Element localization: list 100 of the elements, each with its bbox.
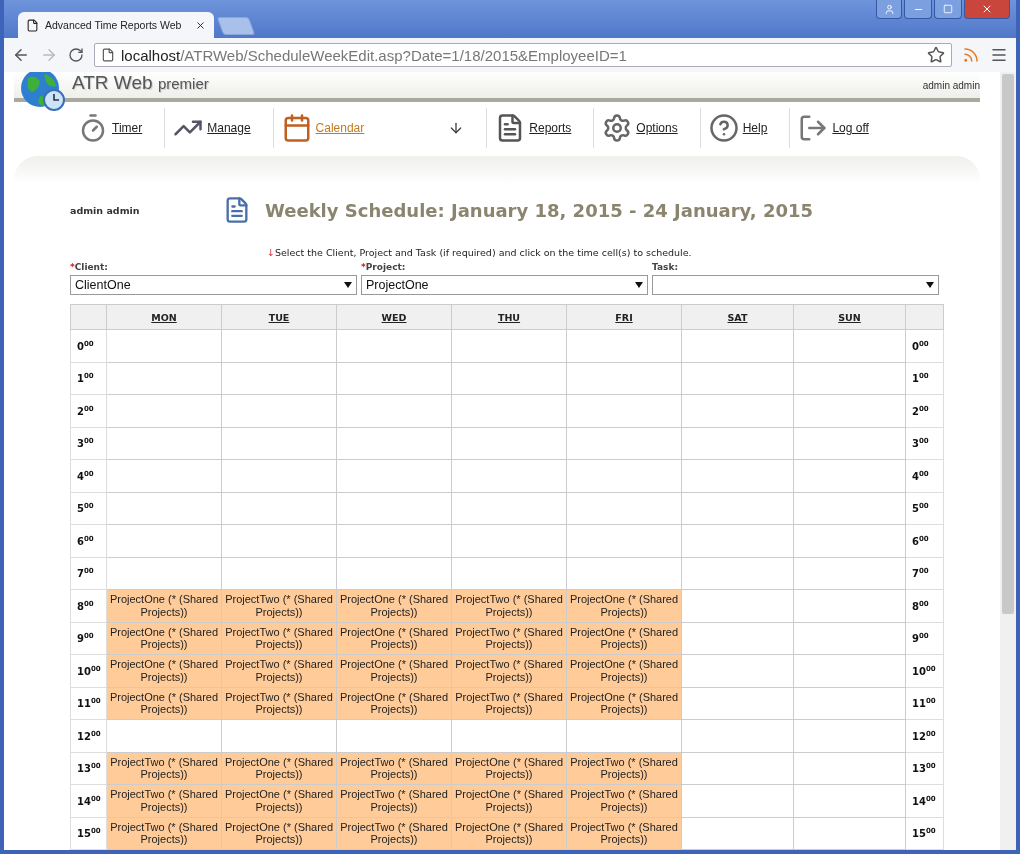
time-cell[interactable] <box>451 427 567 460</box>
time-cell[interactable] <box>106 524 222 557</box>
time-cell[interactable] <box>336 492 452 525</box>
time-cell[interactable] <box>221 394 337 427</box>
dropdown-select[interactable]: ClientOne <box>70 275 357 295</box>
time-cell[interactable] <box>793 589 906 622</box>
time-cell[interactable] <box>681 524 794 557</box>
nav-link[interactable]: Calendar <box>311 121 379 135</box>
scheduled-cell[interactable]: ProjectOne (* (Shared Projects)) <box>451 784 567 817</box>
time-cell[interactable] <box>451 719 567 752</box>
time-cell[interactable] <box>451 362 567 395</box>
time-cell[interactable] <box>566 459 682 492</box>
scheduled-cell[interactable]: ProjectOne (* (Shared Projects)) <box>451 752 567 785</box>
scheduled-cell[interactable]: ProjectTwo (* (Shared Projects)) <box>451 622 567 655</box>
day-header-link[interactable]: THU <box>497 311 521 323</box>
time-cell[interactable] <box>451 459 567 492</box>
scheduled-cell[interactable]: ProjectTwo (* (Shared Projects)) <box>336 817 452 850</box>
scheduled-cell[interactable]: ProjectOne (* (Shared Projects)) <box>106 687 222 720</box>
scrollbar[interactable] <box>1000 72 1016 850</box>
time-cell[interactable] <box>793 719 906 752</box>
gear-icon[interactable] <box>602 113 633 143</box>
reload-icon[interactable] <box>68 47 84 63</box>
time-cell[interactable] <box>221 362 337 395</box>
time-cell[interactable] <box>793 329 906 362</box>
day-header-link[interactable]: SUN <box>838 311 861 323</box>
time-cell[interactable] <box>793 492 906 525</box>
time-cell[interactable] <box>793 459 906 492</box>
time-cell[interactable] <box>106 557 222 590</box>
scheduled-cell[interactable]: ProjectOne (* (Shared Projects)) <box>451 817 567 850</box>
time-cell[interactable] <box>793 524 906 557</box>
time-cell[interactable] <box>793 752 906 785</box>
day-header-link[interactable]: SAT <box>727 311 748 323</box>
time-cell[interactable] <box>681 362 794 395</box>
time-cell[interactable] <box>566 524 682 557</box>
new-tab-button[interactable] <box>216 17 256 35</box>
time-cell[interactable] <box>793 427 906 460</box>
time-cell[interactable] <box>681 654 794 687</box>
time-cell[interactable] <box>681 784 794 817</box>
scheduled-cell[interactable]: ProjectOne (* (Shared Projects)) <box>221 752 337 785</box>
time-cell[interactable] <box>793 394 906 427</box>
time-cell[interactable] <box>221 719 337 752</box>
day-header-link[interactable]: WED <box>381 311 407 323</box>
minimize-button[interactable] <box>904 0 932 19</box>
scheduled-cell[interactable]: ProjectTwo (* (Shared Projects)) <box>336 784 452 817</box>
time-cell[interactable] <box>793 687 906 720</box>
time-cell[interactable] <box>566 329 682 362</box>
day-header-link[interactable]: FRI <box>615 311 633 323</box>
scheduled-cell[interactable]: ProjectOne (* (Shared Projects)) <box>221 817 337 850</box>
time-cell[interactable] <box>566 492 682 525</box>
time-cell[interactable] <box>451 557 567 590</box>
time-cell[interactable] <box>336 427 452 460</box>
scheduled-cell[interactable]: ProjectOne (* (Shared Projects)) <box>336 654 452 687</box>
time-cell[interactable] <box>681 394 794 427</box>
time-cell[interactable] <box>681 622 794 655</box>
time-cell[interactable] <box>681 459 794 492</box>
scheduled-cell[interactable]: ProjectTwo (* (Shared Projects)) <box>106 817 222 850</box>
scheduled-cell[interactable]: ProjectTwo (* (Shared Projects)) <box>221 589 337 622</box>
time-cell[interactable] <box>336 329 452 362</box>
day-header-link[interactable]: MON <box>151 311 177 323</box>
time-cell[interactable] <box>336 459 452 492</box>
time-cell[interactable] <box>451 329 567 362</box>
star-icon[interactable] <box>927 46 945 64</box>
time-cell[interactable] <box>451 492 567 525</box>
time-cell[interactable] <box>793 654 906 687</box>
scheduled-cell[interactable]: ProjectOne (* (Shared Projects)) <box>106 622 222 655</box>
time-cell[interactable] <box>681 557 794 590</box>
time-cell[interactable] <box>681 719 794 752</box>
user-button[interactable] <box>876 0 902 19</box>
time-cell[interactable] <box>451 394 567 427</box>
scheduled-cell[interactable]: ProjectOne (* (Shared Projects)) <box>336 589 452 622</box>
time-cell[interactable] <box>221 427 337 460</box>
nav-link[interactable]: Reports <box>525 121 586 135</box>
time-cell[interactable] <box>106 394 222 427</box>
time-cell[interactable] <box>566 394 682 427</box>
time-cell[interactable] <box>221 459 337 492</box>
nav-link[interactable]: Help <box>738 121 782 135</box>
scheduled-cell[interactable]: ProjectOne (* (Shared Projects)) <box>106 589 222 622</box>
scheduled-cell[interactable]: ProjectTwo (* (Shared Projects)) <box>221 687 337 720</box>
scheduled-cell[interactable]: ProjectTwo (* (Shared Projects)) <box>221 654 337 687</box>
scheduled-cell[interactable]: ProjectTwo (* (Shared Projects)) <box>451 687 567 720</box>
scheduled-cell[interactable]: ProjectOne (* (Shared Projects)) <box>566 589 682 622</box>
time-cell[interactable] <box>106 492 222 525</box>
time-cell[interactable] <box>451 524 567 557</box>
scheduled-cell[interactable]: ProjectOne (* (Shared Projects)) <box>566 622 682 655</box>
address-field[interactable]: localhost/ATRWeb/ScheduleWeekEdit.asp?Date=1/18/2015&EmployeeID=1 <box>94 43 952 67</box>
time-cell[interactable] <box>681 427 794 460</box>
maximize-button[interactable] <box>934 0 962 19</box>
time-cell[interactable] <box>566 719 682 752</box>
scheduled-cell[interactable]: ProjectOne (* (Shared Projects)) <box>566 687 682 720</box>
time-cell[interactable] <box>566 427 682 460</box>
time-cell[interactable] <box>336 524 452 557</box>
day-header-link[interactable]: TUE <box>268 311 290 323</box>
nav-link[interactable]: Timer <box>108 121 157 135</box>
time-cell[interactable] <box>106 362 222 395</box>
time-cell[interactable] <box>336 557 452 590</box>
time-cell[interactable] <box>221 492 337 525</box>
help-icon[interactable] <box>708 113 739 143</box>
time-cell[interactable] <box>793 784 906 817</box>
forward-icon[interactable] <box>40 46 58 64</box>
time-cell[interactable] <box>681 329 794 362</box>
